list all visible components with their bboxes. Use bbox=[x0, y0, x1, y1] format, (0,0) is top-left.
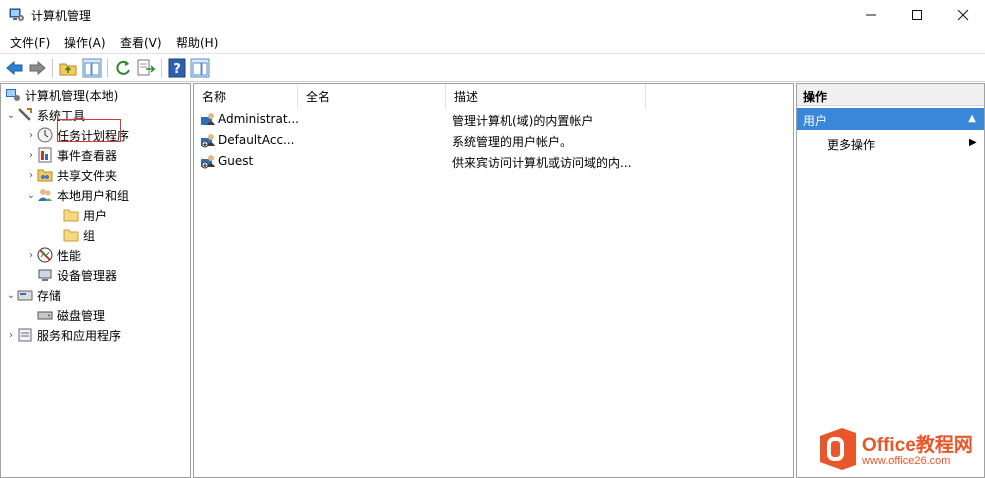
column-header-description[interactable]: 描述 bbox=[446, 84, 646, 109]
console-tree-pane: 计算机管理(本地) ⌄ 系统工具 › 任务计划程序 › 事件查看器 › 共享文件… bbox=[0, 83, 191, 478]
event-viewer-icon bbox=[38, 147, 52, 163]
menu-help[interactable]: 帮助(H) bbox=[176, 34, 218, 51]
menu-bar: 文件(F) 操作(A) 查看(V) 帮助(H) bbox=[0, 31, 985, 52]
show-hide-action-pane-icon[interactable] bbox=[190, 58, 210, 78]
toolbar-separator bbox=[107, 59, 108, 77]
tree-label: 磁盘管理 bbox=[57, 308, 106, 323]
maximize-icon bbox=[912, 10, 922, 20]
actions-section-label: 用户 bbox=[803, 114, 828, 128]
shared-folder-icon bbox=[37, 169, 53, 182]
user-name-cell: Guest bbox=[218, 154, 254, 168]
window-title: 计算机管理 bbox=[31, 9, 92, 23]
user-list-pane: 名称 全名 描述 Administrat... 管理计算机(域)的内置帐户 De… bbox=[193, 83, 794, 478]
column-header-fullname[interactable]: 全名 bbox=[298, 84, 446, 109]
user-account-icon bbox=[201, 113, 215, 125]
tree-item-device-manager[interactable]: 设备管理器 bbox=[37, 265, 117, 285]
back-arrow-icon[interactable] bbox=[5, 58, 25, 78]
chevron-right-icon[interactable]: › bbox=[25, 250, 37, 261]
menu-view[interactable]: 查看(V) bbox=[120, 34, 162, 51]
table-row[interactable]: Guest 供来宾访问计算机或访问域的内... bbox=[194, 151, 794, 172]
device-manager-icon bbox=[38, 269, 52, 281]
toolbar-separator bbox=[52, 59, 53, 77]
tree-item-performance[interactable]: › 性能 bbox=[25, 245, 81, 265]
tree-item-computer-management[interactable]: 计算机管理(本地) bbox=[5, 85, 118, 105]
tree-item-storage[interactable]: ⌄ 存储 bbox=[5, 285, 61, 305]
watermark-url: www.office26.com bbox=[862, 455, 951, 467]
toolbar: ? bbox=[0, 53, 985, 82]
tree-label: 组 bbox=[83, 228, 96, 243]
user-account-disabled-icon bbox=[201, 134, 215, 148]
chevron-down-icon[interactable]: ⌄ bbox=[25, 190, 37, 201]
tree-label: 性能 bbox=[57, 248, 82, 263]
toolbar-separator bbox=[161, 59, 162, 77]
tree-label: 共享文件夹 bbox=[57, 168, 118, 183]
table-row[interactable]: DefaultAcc... 系统管理的用户帐户。 bbox=[194, 130, 794, 151]
user-name-cell: DefaultAcc... bbox=[218, 133, 295, 147]
svg-text:?: ? bbox=[173, 62, 181, 77]
table-row[interactable]: Administrat... 管理计算机(域)的内置帐户 bbox=[194, 109, 794, 130]
tree-item-local-users-groups[interactable]: ⌄ 本地用户和组 bbox=[25, 185, 129, 205]
menu-file[interactable]: 文件(F) bbox=[10, 34, 50, 51]
chevron-right-icon[interactable]: › bbox=[25, 130, 37, 141]
close-button[interactable] bbox=[940, 0, 985, 30]
computer-management-icon bbox=[6, 89, 20, 101]
chevron-right-icon[interactable]: › bbox=[5, 330, 17, 341]
chevron-right-icon[interactable]: › bbox=[25, 150, 37, 161]
site-watermark: Office教程网 www.office26.com bbox=[818, 426, 983, 472]
tools-icon bbox=[18, 108, 32, 121]
clock-icon bbox=[37, 127, 53, 143]
performance-icon bbox=[37, 247, 53, 263]
tree-item-services-apps[interactable]: › 服务和应用程序 bbox=[5, 325, 121, 345]
actions-pane: 操作 用户 ▲ 更多操作 ▶ bbox=[796, 83, 985, 478]
actions-header: 操作 bbox=[797, 84, 984, 106]
title-bar: 计算机管理 bbox=[0, 0, 985, 30]
tree-label: 计算机管理(本地) bbox=[25, 88, 119, 103]
forward-arrow-icon[interactable] bbox=[27, 58, 47, 78]
disk-icon bbox=[37, 311, 53, 320]
chevron-down-icon[interactable]: ⌄ bbox=[5, 110, 17, 121]
selection-highlight bbox=[57, 119, 121, 142]
user-description-cell: 系统管理的用户帐户。 bbox=[452, 135, 573, 149]
collapse-up-icon[interactable]: ▲ bbox=[968, 113, 976, 124]
column-header-name[interactable]: 名称 bbox=[194, 84, 298, 109]
minimize-icon bbox=[866, 14, 876, 16]
export-list-icon[interactable] bbox=[136, 58, 156, 78]
watermark-title: Office教程网 bbox=[862, 435, 973, 456]
maximize-button[interactable] bbox=[894, 0, 940, 30]
storage-icon bbox=[17, 290, 33, 301]
user-account-disabled-icon bbox=[201, 155, 215, 169]
folder-icon bbox=[63, 229, 79, 242]
minimize-button[interactable] bbox=[848, 0, 894, 30]
up-folder-icon[interactable] bbox=[58, 58, 78, 78]
show-hide-console-tree-icon[interactable] bbox=[82, 58, 102, 78]
actions-section-users[interactable]: 用户 ▲ bbox=[797, 108, 984, 130]
users-group-icon bbox=[38, 189, 52, 201]
submenu-arrow-icon[interactable]: ▶ bbox=[969, 137, 977, 148]
tree-item-users[interactable]: 用户 bbox=[63, 205, 107, 225]
menu-action[interactable]: 操作(A) bbox=[64, 34, 106, 51]
help-icon[interactable]: ? bbox=[167, 58, 187, 78]
user-description-cell: 管理计算机(域)的内置帐户 bbox=[452, 114, 594, 128]
user-description-cell: 供来宾访问计算机或访问域的内... bbox=[452, 156, 632, 170]
user-name-cell: Administrat... bbox=[218, 112, 299, 126]
tree-item-shared-folders[interactable]: › 共享文件夹 bbox=[25, 165, 117, 185]
chevron-down-icon[interactable]: ⌄ bbox=[5, 290, 17, 301]
chevron-right-icon[interactable]: › bbox=[25, 170, 37, 181]
more-actions-link[interactable]: 更多操作 bbox=[827, 136, 875, 153]
tree-item-disk-management[interactable]: 磁盘管理 bbox=[37, 305, 105, 325]
refresh-icon[interactable] bbox=[113, 58, 133, 78]
tree-item-groups[interactable]: 组 bbox=[63, 225, 95, 245]
services-icon bbox=[18, 328, 32, 342]
office-logo-icon bbox=[820, 428, 856, 470]
tree-label: 本地用户和组 bbox=[57, 188, 130, 203]
computer-management-icon bbox=[9, 8, 24, 21]
close-icon bbox=[957, 9, 969, 21]
tree-label: 存储 bbox=[37, 288, 62, 303]
tree-item-event-viewer[interactable]: › 事件查看器 bbox=[25, 145, 117, 165]
tree-label: 用户 bbox=[83, 208, 108, 223]
folder-icon bbox=[63, 209, 79, 222]
tree-label: 事件查看器 bbox=[57, 148, 118, 163]
tree-label: 服务和应用程序 bbox=[37, 328, 122, 343]
tree-label: 设备管理器 bbox=[57, 268, 118, 283]
